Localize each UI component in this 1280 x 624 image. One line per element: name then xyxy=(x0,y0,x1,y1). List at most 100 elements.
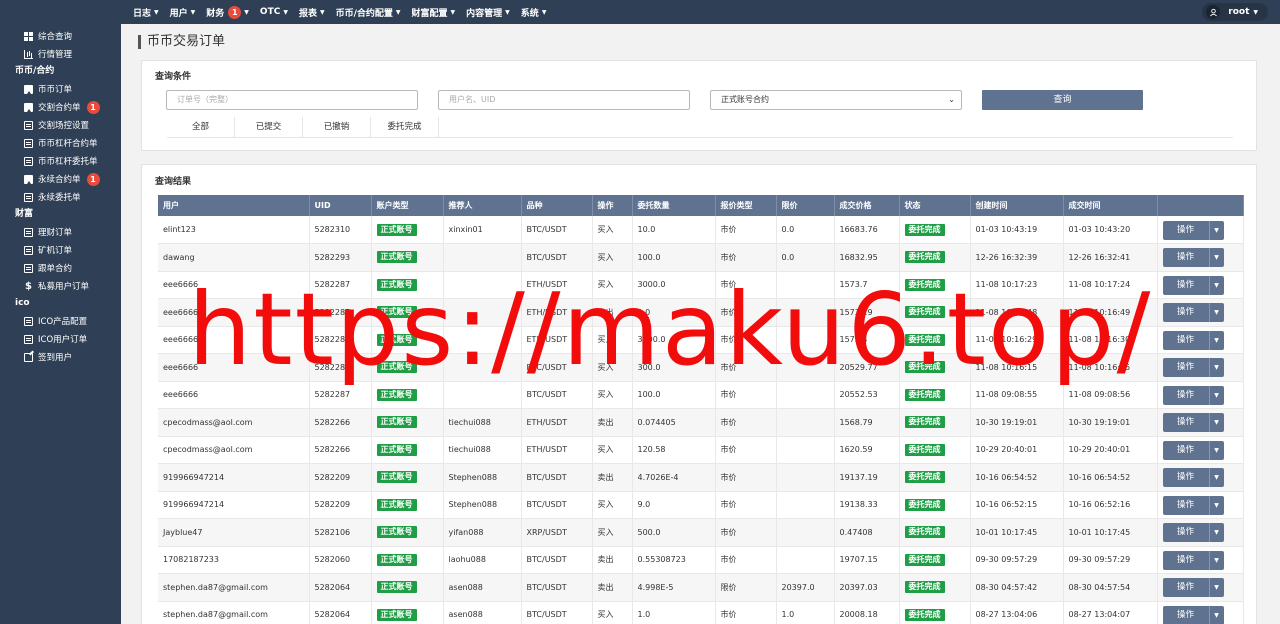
nav-item[interactable]: OTC ▼ xyxy=(260,7,288,17)
table-cell: 5282293 xyxy=(309,243,372,272)
status-tab[interactable]: 已撤销 xyxy=(303,117,371,137)
action-button[interactable]: 操作 xyxy=(1162,440,1209,460)
table-cell: BTC/USDT xyxy=(521,601,593,624)
table-cell xyxy=(443,271,522,299)
action-cell: 操作 ▼ xyxy=(1157,546,1244,574)
search-button[interactable]: 查询 xyxy=(982,90,1143,110)
chevron-down-icon[interactable]: ▼ xyxy=(1208,275,1224,295)
chevron-down-icon[interactable]: ▼ xyxy=(1208,330,1224,350)
nav-item-label: 系统 xyxy=(520,8,539,19)
action-button[interactable]: 操作 xyxy=(1162,605,1209,624)
account-type-tag: 正式账号 xyxy=(376,388,417,401)
action-button[interactable]: 操作 xyxy=(1162,275,1209,295)
account-type-value: 正式账号合约 xyxy=(721,95,769,104)
chevron-down-icon[interactable]: ▼ xyxy=(1208,248,1224,268)
nav-item[interactable]: 日志 ▼ xyxy=(133,6,159,19)
action-button[interactable]: 操作 xyxy=(1162,248,1209,268)
action-button[interactable]: 操作 xyxy=(1162,385,1209,405)
action-button[interactable]: 操作 xyxy=(1162,330,1209,350)
table-cell: 12-26 16:32:39 xyxy=(970,243,1064,272)
user-menu[interactable]: root ▼ xyxy=(1202,3,1268,21)
sidebar-item[interactable]: 币币杠杆合约单 xyxy=(0,134,121,152)
action-button[interactable]: 操作 xyxy=(1162,303,1209,323)
sidebar-item[interactable]: 矿机订单 xyxy=(0,241,121,259)
table-cell: 11-08 10:16:15 xyxy=(1063,353,1158,382)
table-cell: 正式账号 xyxy=(371,573,444,602)
main-content: 币币交易订单 查询条件 订单号（完整） 用户名、UID 正式账号合约 ⌄ 查询 … xyxy=(121,24,1280,624)
table-cell: dawang xyxy=(158,243,310,272)
table-cell: BTC/USDT xyxy=(521,243,593,272)
user-search-input[interactable]: 用户名、UID xyxy=(438,90,690,110)
avatar-icon xyxy=(1206,5,1221,19)
status-tab[interactable]: 已提交 xyxy=(235,117,303,137)
nav-item[interactable]: 财务 1 ▼ xyxy=(206,5,249,19)
nav-item[interactable]: 系统 ▼ xyxy=(521,6,547,19)
chevron-down-icon[interactable]: ▼ xyxy=(1208,358,1224,378)
table-cell: 100.0 xyxy=(632,381,716,409)
chevron-down-icon[interactable]: ▼ xyxy=(1208,440,1224,460)
chevron-down-icon: ⌄ xyxy=(948,95,955,104)
table-cell: 市价 xyxy=(715,381,777,409)
chevron-down-icon[interactable]: ▼ xyxy=(1208,578,1224,598)
table-cell: ETH/USDT xyxy=(521,298,593,327)
action-cell: 操作 ▼ xyxy=(1157,436,1244,464)
sidebar-item[interactable]: 永续合约单 1 xyxy=(0,170,121,188)
chevron-down-icon[interactable]: ▼ xyxy=(1208,605,1224,624)
chevron-down-icon[interactable]: ▼ xyxy=(1208,495,1224,515)
table-cell: 5282287 xyxy=(309,353,372,382)
action-button[interactable]: 操作 xyxy=(1162,550,1209,570)
nav-item[interactable]: 财富配置 ▼ xyxy=(412,6,456,19)
table-cell: BTC/USDT xyxy=(521,491,593,519)
status-tab[interactable]: 全部 xyxy=(167,117,235,137)
sidebar-item[interactable]: 交割场控设置 xyxy=(0,116,121,134)
action-button[interactable]: 操作 xyxy=(1162,523,1209,543)
table-cell: 买入 xyxy=(592,381,633,409)
action-button[interactable]: 操作 xyxy=(1162,220,1209,240)
table-cell: 100.0 xyxy=(632,243,716,272)
action-button[interactable]: 操作 xyxy=(1162,358,1209,378)
sidebar-item[interactable]: 币币杠杆委托单 xyxy=(0,152,121,170)
table-cell: 正式账号 xyxy=(371,298,444,327)
chevron-down-icon[interactable]: ▼ xyxy=(1208,385,1224,405)
chevron-down-icon[interactable]: ▼ xyxy=(1208,413,1224,433)
sidebar-item[interactable]: 币币订单 xyxy=(0,80,121,98)
chevron-down-icon[interactable]: ▼ xyxy=(1208,550,1224,570)
table-cell: asen088 xyxy=(443,573,522,602)
sidebar-item[interactable]: 签到用户 xyxy=(0,348,121,366)
sidebar-item[interactable]: ICO用户订单 xyxy=(0,330,121,348)
table-cell: 10-29 20:40:01 xyxy=(1063,436,1158,464)
action-button[interactable]: 操作 xyxy=(1162,468,1209,488)
status-tab[interactable]: 委托完成 xyxy=(371,117,439,137)
nav-item[interactable]: 用户 ▼ xyxy=(170,6,196,19)
action-button[interactable]: 操作 xyxy=(1162,578,1209,598)
status-tag: 委托完成 xyxy=(904,581,945,594)
account-type-tag: 正式账号 xyxy=(376,581,417,594)
sidebar-item[interactable]: 永续委托单 xyxy=(0,188,121,206)
action-button[interactable]: 操作 xyxy=(1162,495,1209,515)
chevron-down-icon[interactable]: ▼ xyxy=(1208,220,1224,240)
order-number-input[interactable]: 订单号（完整） xyxy=(166,90,418,110)
table-cell: 市价 xyxy=(715,436,777,464)
action-button-group: 操作 ▼ xyxy=(1162,440,1243,460)
sidebar-item[interactable]: 交割合约单 1 xyxy=(0,98,121,116)
table-cell: 1.0 xyxy=(632,601,716,624)
sidebar-item[interactable]: $ 私募用户订单 xyxy=(0,277,121,295)
action-button[interactable]: 操作 xyxy=(1162,413,1209,433)
sidebar-item[interactable]: 行情管理 xyxy=(0,45,121,63)
document-icon xyxy=(24,227,33,237)
table-cell: asen088 xyxy=(443,601,522,624)
chevron-down-icon[interactable]: ▼ xyxy=(1208,523,1224,543)
sidebar-item[interactable]: 理财订单 xyxy=(0,223,121,241)
chevron-down-icon[interactable]: ▼ xyxy=(1208,303,1224,323)
account-type-tag: 正式账号 xyxy=(376,443,417,456)
table-row: eee6666 5282287 正式账号 BTC/USDT 买入 100.0 市价 20552… xyxy=(158,381,1244,409)
chevron-down-icon[interactable]: ▼ xyxy=(1208,468,1224,488)
nav-item[interactable]: 内容管理 ▼ xyxy=(466,6,510,19)
table-cell xyxy=(443,326,522,354)
account-type-select[interactable]: 正式账号合约 ⌄ xyxy=(710,90,962,110)
nav-item[interactable]: 币币/合约配置 ▼ xyxy=(336,6,401,19)
sidebar-item[interactable]: 综合查询 xyxy=(0,27,121,45)
sidebar-item[interactable]: ICO产品配置 xyxy=(0,312,121,330)
nav-item[interactable]: 报表 ▼ xyxy=(299,6,325,19)
sidebar-item[interactable]: 跟单合约 xyxy=(0,259,121,277)
